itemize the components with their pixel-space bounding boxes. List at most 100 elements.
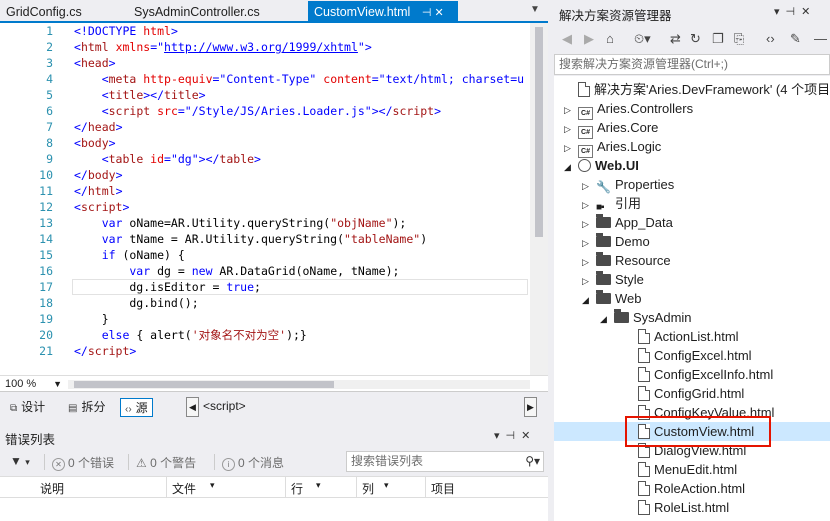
error-search-input[interactable]: 搜索错误列表 ⚲▾: [346, 451, 544, 472]
code-line[interactable]: dg.bind();: [74, 295, 198, 311]
code-line[interactable]: </script>: [74, 343, 136, 359]
tree-node[interactable]: ▷ C# Aries.Logic: [564, 137, 661, 158]
scroll-thumb[interactable]: [535, 27, 543, 237]
messages-filter-button[interactable]: i0 个消息: [222, 454, 284, 471]
history-icon[interactable]: ⏲▾: [634, 31, 651, 47]
tree-node[interactable]: ▷ C# Aries.Core: [564, 118, 658, 139]
code-line[interactable]: <script>: [74, 199, 129, 215]
next-tag-button[interactable]: ▶: [524, 397, 537, 417]
code-line[interactable]: <html xmlns="http://www.w3.org/1999/xhtm…: [74, 39, 372, 55]
code-line[interactable]: </html>: [74, 183, 123, 199]
pin-icon[interactable]: ⊣: [786, 6, 802, 18]
code-token: meta: [108, 72, 137, 86]
tree-node[interactable]: 解决方案'Aries.DevFramework' (4 个项目): [564, 80, 830, 99]
code-line[interactable]: </body>: [74, 167, 123, 183]
code-line[interactable]: </head>: [74, 119, 123, 135]
tree-node[interactable]: MenuEdit.html: [638, 460, 737, 479]
tab-customview[interactable]: CustomView.html ⊣ ✕: [308, 1, 458, 23]
source-view-button[interactable]: ‹› 源: [120, 398, 153, 417]
column-column[interactable]: 列: [362, 480, 374, 497]
editor-horizontal-scrollbar[interactable]: [68, 380, 530, 389]
tree-node[interactable]: ◢ Web: [582, 289, 642, 308]
forward-icon[interactable]: ▶: [584, 31, 594, 47]
properties-icon[interactable]: ✎: [790, 31, 801, 47]
column-project[interactable]: 项目: [431, 480, 455, 497]
tree-node[interactable]: ◢ Web.UI: [564, 156, 639, 175]
search-icon[interactable]: ⚲▾: [525, 452, 540, 471]
filter-button[interactable]: ▼ ▾: [10, 454, 30, 468]
chevron-down-icon[interactable]: ▾: [384, 480, 389, 491]
tree-node[interactable]: RoleAction.html: [638, 479, 745, 498]
home-icon[interactable]: ⌂: [606, 31, 614, 46]
design-view-button[interactable]: ⧉ 设计: [6, 398, 49, 417]
tree-node[interactable]: ▷ Style: [582, 270, 644, 289]
code-token: ="/Style/JS/Aries.Loader.js"></: [177, 104, 393, 118]
warnings-filter-button[interactable]: ⚠ 0 个警告: [136, 454, 196, 471]
more-icon[interactable]: —: [814, 31, 827, 46]
tree-node[interactable]: ▷ Resource: [582, 251, 671, 270]
code-line[interactable]: <!DOCTYPE html>: [74, 23, 178, 39]
code-token: >: [170, 24, 178, 38]
code-line[interactable]: if (oName) {: [74, 247, 185, 263]
tree-node[interactable]: RoleList.html: [638, 498, 729, 517]
solution-search-input[interactable]: 搜索解决方案资源管理器(Ctrl+;): [554, 54, 830, 75]
close-icon[interactable]: ✕: [801, 6, 816, 18]
close-icon[interactable]: ✕: [434, 7, 443, 19]
code-line[interactable]: <table id="dg"></table>: [74, 151, 261, 167]
errors-filter-button[interactable]: ✕ 0 个错误: [52, 454, 114, 471]
editor-vertical-scrollbar[interactable]: [530, 23, 548, 375]
tab-gridconfig[interactable]: GridConfig.cs: [0, 2, 88, 22]
code-line[interactable]: <script src="/Style/JS/Aries.Loader.js">…: [74, 103, 441, 119]
code-line[interactable]: <meta http-equiv="Content-Type" content=…: [74, 71, 524, 87]
chevron-down-icon[interactable]: ▾: [210, 480, 215, 491]
code-token: var: [74, 264, 151, 278]
tree-node[interactable]: ConfigGrid.html: [638, 384, 744, 403]
code-line[interactable]: else { alert('对象名不对为空');}: [74, 327, 307, 343]
pin-icon[interactable]: ⊣: [506, 430, 522, 442]
code-line[interactable]: }: [74, 311, 109, 327]
tab-sysadmincontroller[interactable]: SysAdminController.cs: [128, 2, 266, 22]
expanded-arrow-icon[interactable]: ◢: [582, 291, 596, 310]
tree-node[interactable]: ▷ ■▪ 引用: [582, 194, 641, 213]
tab-overflow-icon[interactable]: ▼: [530, 4, 540, 15]
back-icon[interactable]: ◀: [562, 31, 572, 47]
code-line[interactable]: <title></title>: [74, 87, 206, 103]
tree-node[interactable]: ▷ 🔧 Properties: [582, 175, 674, 194]
tree-node[interactable]: ▷ C# Aries.Controllers: [564, 99, 693, 120]
code-line[interactable]: <body>: [74, 135, 116, 151]
column-line[interactable]: 行: [291, 480, 303, 497]
close-icon[interactable]: ✕: [521, 430, 536, 442]
code-line[interactable]: var oName=AR.Utility.queryString("objNam…: [74, 215, 407, 231]
refresh-icon[interactable]: ↻: [690, 31, 701, 47]
solution-tree: 解决方案'Aries.DevFramework' (4 个项目) ▷ C# Aries…: [554, 76, 830, 521]
code-line[interactable]: <head>: [74, 55, 116, 71]
sync-icon[interactable]: ⇄: [670, 31, 681, 47]
column-description[interactable]: 说明: [40, 480, 64, 497]
code-line[interactable]: var dg = new AR.DataGrid(oName, tName);: [74, 263, 399, 279]
column-file[interactable]: 文件: [172, 480, 196, 497]
expanded-arrow-icon[interactable]: ◢: [600, 310, 614, 329]
prev-tag-button[interactable]: ◀: [186, 397, 199, 417]
tag-breadcrumb[interactable]: <script>: [203, 399, 246, 413]
code-line[interactable]: var tName = AR.Utility.queryString("tabl…: [74, 231, 427, 247]
tree-node[interactable]: ConfigExcelInfo.html: [638, 365, 773, 384]
split-view-button[interactable]: ▤ 拆分: [64, 398, 109, 417]
scroll-thumb[interactable]: [74, 381, 334, 388]
code-text[interactable]: <!DOCTYPE html> <html xmlns="http://www.w…: [74, 23, 528, 375]
code-line[interactable]: dg.isEditor = true;: [74, 279, 261, 295]
zoom-select[interactable]: 100 % ▼: [2, 377, 64, 391]
view-code-icon[interactable]: ‹›: [766, 31, 775, 46]
tree-node[interactable]: ◢ SysAdmin: [600, 308, 692, 327]
tree-node[interactable]: ▷ Demo: [582, 232, 650, 251]
collapse-all-icon[interactable]: ❐: [712, 31, 724, 47]
tree-node[interactable]: ConfigExcel.html: [638, 346, 752, 365]
tree-node[interactable]: ▷ App_Data: [582, 213, 673, 232]
code-editor[interactable]: 1 2 3 4 5 6 7 8 9 10 11 12 13 14 15 16 17 18 19 20 21 <!DOCT…: [0, 23, 548, 375]
expanded-arrow-icon[interactable]: ◢: [564, 158, 578, 177]
dropdown-icon[interactable]: ▾: [774, 6, 786, 18]
show-all-files-icon[interactable]: ⎘: [734, 31, 744, 47]
pin-icon[interactable]: ⊣: [422, 7, 432, 19]
chevron-down-icon[interactable]: ▾: [316, 480, 321, 491]
dropdown-icon[interactable]: ▾: [494, 430, 506, 442]
tree-node[interactable]: ActionList.html: [638, 327, 739, 346]
